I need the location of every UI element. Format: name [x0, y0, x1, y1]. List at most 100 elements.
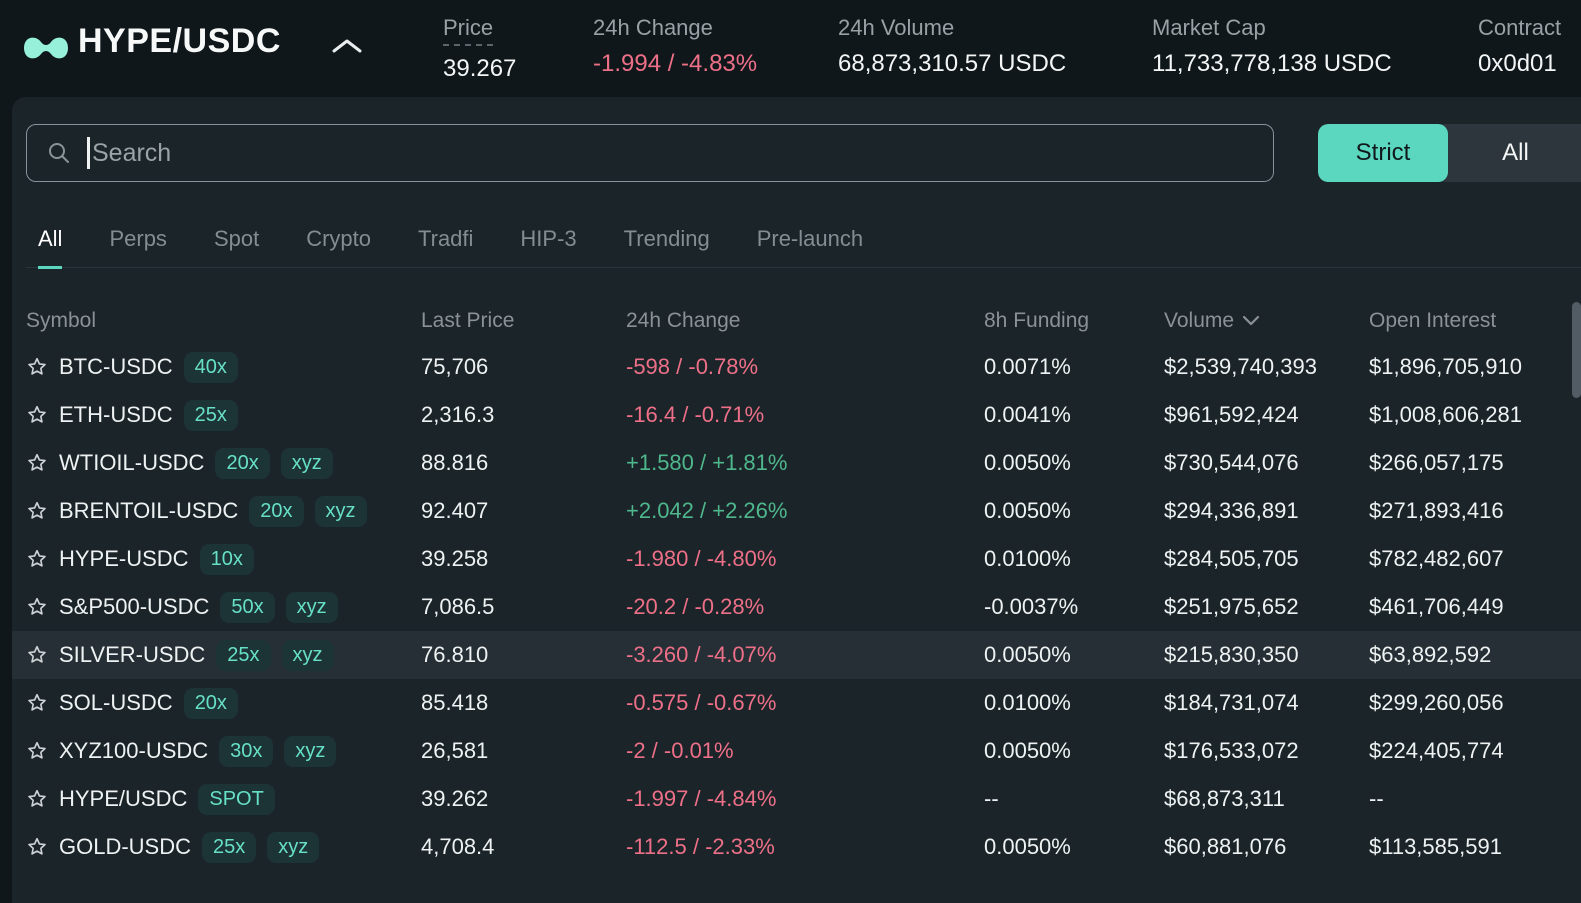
last-price-cell: 75,706	[421, 354, 626, 380]
favorite-star-icon[interactable]	[26, 452, 48, 474]
last-price-cell: 85.418	[421, 690, 626, 716]
change-cell: +1.580 / +1.81%	[626, 450, 984, 476]
stat-market-cap-value: 11,733,778,138 USDC	[1152, 50, 1392, 78]
badge: 30x	[219, 736, 273, 767]
stat-price-label: Price	[443, 15, 493, 46]
column-header-symbol[interactable]: Symbol	[26, 309, 421, 333]
table-row[interactable]: HYPE/USDCSPOT39.262-1.997 / -4.84%--$68,…	[12, 775, 1581, 823]
open-interest-cell: $63,892,592	[1369, 642, 1581, 668]
tab-all[interactable]: All	[38, 226, 62, 269]
tab-tradfi[interactable]: Tradfi	[418, 226, 473, 267]
volume-cell: $2,539,740,393	[1164, 354, 1369, 380]
table-row[interactable]: SOL-USDC20x85.418-0.575 / -0.67%0.0100%$…	[12, 679, 1581, 727]
stat-market-cap: Market Cap 11,733,778,138 USDC	[1152, 15, 1392, 78]
sort-desc-icon	[1242, 315, 1260, 327]
badge: SPOT	[198, 784, 274, 815]
search-box[interactable]	[26, 124, 1274, 182]
column-header-8h-funding[interactable]: 8h Funding	[984, 309, 1164, 333]
favorite-star-icon[interactable]	[26, 788, 48, 810]
favorite-star-icon[interactable]	[26, 692, 48, 714]
symbol-cell: BRENTOIL-USDC20xxyz	[26, 496, 421, 527]
favorite-star-icon[interactable]	[26, 356, 48, 378]
stat-price: Price 39.267	[443, 15, 516, 83]
symbol-cell: WTIOIL-USDC20xxyz	[26, 448, 421, 479]
funding-cell: --	[984, 786, 1164, 812]
symbol-cell: HYPE-USDC10x	[26, 544, 421, 575]
open-interest-cell: $299,260,056	[1369, 690, 1581, 716]
tab-trending[interactable]: Trending	[624, 226, 710, 267]
funding-cell: 0.0050%	[984, 834, 1164, 860]
symbol-cell: GOLD-USDC25xxyz	[26, 832, 421, 863]
badge: xyz	[315, 496, 367, 527]
table-row[interactable]: BRENTOIL-USDC20xxyz92.407+2.042 / +2.26%…	[12, 487, 1581, 535]
table-row[interactable]: GOLD-USDC25xxyz4,708.4-112.5 / -2.33%0.0…	[12, 823, 1581, 871]
table-row[interactable]: BTC-USDC40x75,706-598 / -0.78%0.0071%$2,…	[12, 343, 1581, 391]
column-header-volume[interactable]: Volume	[1164, 309, 1369, 333]
volume-cell: $184,731,074	[1164, 690, 1369, 716]
pair-title[interactable]: HYPE/USDC	[78, 22, 281, 61]
volume-cell: $961,592,424	[1164, 402, 1369, 428]
change-cell: -112.5 / -2.33%	[626, 834, 984, 860]
stat-24h-change-label: 24h Change	[593, 15, 713, 41]
favorite-star-icon[interactable]	[26, 740, 48, 762]
favorite-star-icon[interactable]	[26, 548, 48, 570]
badge: xyz	[286, 592, 338, 623]
table-row[interactable]: WTIOIL-USDC20xxyz88.816+1.580 / +1.81%0.…	[12, 439, 1581, 487]
symbol-cell: S&P500-USDC50xxyz	[26, 592, 421, 623]
table-row[interactable]: SILVER-USDC25xxyz76.810-3.260 / -4.07%0.…	[12, 631, 1581, 679]
funding-cell: 0.0050%	[984, 450, 1164, 476]
funding-cell: 0.0041%	[984, 402, 1164, 428]
tab-hip-3[interactable]: HIP-3	[520, 226, 576, 267]
open-interest-cell: $224,405,774	[1369, 738, 1581, 764]
last-price-cell: 4,708.4	[421, 834, 626, 860]
last-price-cell: 92.407	[421, 498, 626, 524]
search-input[interactable]	[92, 139, 1273, 168]
table-row[interactable]: HYPE-USDC10x39.258-1.980 / -4.80%0.0100%…	[12, 535, 1581, 583]
chevron-up-icon[interactable]	[330, 36, 364, 61]
favorite-star-icon[interactable]	[26, 404, 48, 426]
favorite-star-icon[interactable]	[26, 836, 48, 858]
badge: 20x	[249, 496, 303, 527]
funding-cell: -0.0037%	[984, 594, 1164, 620]
symbol-name: HYPE-USDC	[59, 546, 189, 572]
change-cell: -1.997 / -4.84%	[626, 786, 984, 812]
volume-cell: $284,505,705	[1164, 546, 1369, 572]
symbol-name: XYZ100-USDC	[59, 738, 208, 764]
tab-perps[interactable]: Perps	[109, 226, 166, 267]
strict-all-toggle: Strict All	[1318, 124, 1581, 182]
all-button[interactable]: All	[1448, 124, 1581, 182]
stat-24h-volume: 24h Volume 68,873,310.57 USDC	[838, 15, 1066, 78]
favorite-star-icon[interactable]	[26, 644, 48, 666]
column-header-24h-change[interactable]: 24h Change	[626, 309, 984, 333]
table-row[interactable]: S&P500-USDC50xxyz7,086.5-20.2 / -0.28%-0…	[12, 583, 1581, 631]
symbol-cell: XYZ100-USDC30xxyz	[26, 736, 421, 767]
tab-spot[interactable]: Spot	[214, 226, 259, 267]
tab-crypto[interactable]: Crypto	[306, 226, 371, 267]
symbol-cell: HYPE/USDCSPOT	[26, 784, 421, 815]
change-cell: -20.2 / -0.28%	[626, 594, 984, 620]
symbol-name: SILVER-USDC	[59, 642, 205, 668]
column-header-open-interest[interactable]: Open Interest	[1369, 309, 1581, 333]
table-row[interactable]: ETH-USDC25x2,316.3-16.4 / -0.71%0.0041%$…	[12, 391, 1581, 439]
symbol-cell: BTC-USDC40x	[26, 352, 421, 383]
market-selector-panel: Strict All All Perps Spot Crypto Tradfi HIP-3…	[12, 97, 1581, 903]
column-header-last-price[interactable]: Last Price	[421, 309, 626, 333]
open-interest-cell: $782,482,607	[1369, 546, 1581, 572]
hyperliquid-logo-icon	[22, 29, 70, 72]
favorite-star-icon[interactable]	[26, 500, 48, 522]
badge: 20x	[215, 448, 269, 479]
last-price-cell: 76.810	[421, 642, 626, 668]
stat-price-value: 39.267	[443, 55, 516, 83]
open-interest-cell: $266,057,175	[1369, 450, 1581, 476]
open-interest-cell: --	[1369, 786, 1581, 812]
favorite-star-icon[interactable]	[26, 596, 48, 618]
change-cell: -0.575 / -0.67%	[626, 690, 984, 716]
strict-button[interactable]: Strict	[1318, 124, 1448, 182]
last-price-cell: 39.258	[421, 546, 626, 572]
scrollbar-thumb[interactable]	[1572, 302, 1581, 398]
stat-contract-label: Contract	[1478, 15, 1561, 41]
tab-pre-launch[interactable]: Pre-launch	[757, 226, 863, 267]
change-cell: -3.260 / -4.07%	[626, 642, 984, 668]
table-row[interactable]: XYZ100-USDC30xxyz26,581-2 / -0.01%0.0050…	[12, 727, 1581, 775]
symbol-name: WTIOIL-USDC	[59, 450, 204, 476]
